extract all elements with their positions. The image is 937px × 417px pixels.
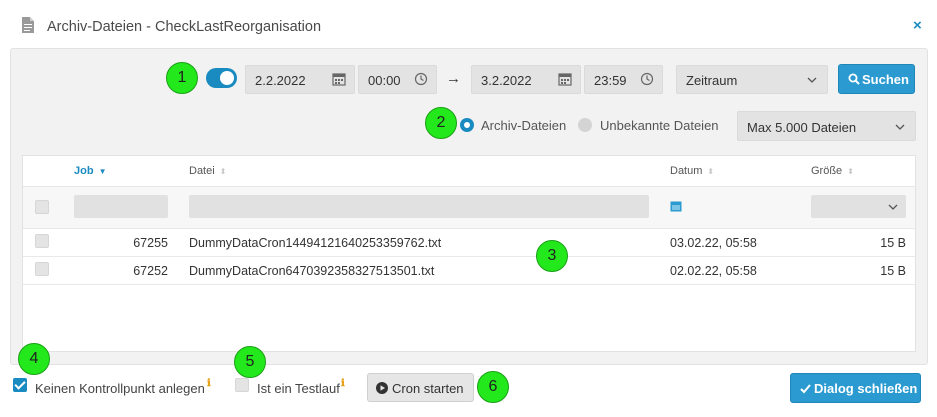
dialog-title-bar: Archiv-Dateien - CheckLastReorganisation… — [0, 0, 937, 50]
file-filter-input[interactable] — [189, 195, 649, 218]
chevron-down-icon — [807, 77, 817, 83]
no-checkpoint-checkbox[interactable] — [13, 378, 27, 392]
column-header-date-label: Datum — [670, 165, 703, 177]
select-all-checkbox[interactable] — [35, 200, 49, 214]
calendar-icon[interactable] — [558, 72, 572, 86]
sort-icon: ⬍ — [707, 166, 715, 176]
from-date-field[interactable]: 2.2.2022 — [245, 65, 355, 94]
calendar-filter-icon[interactable] — [670, 200, 682, 212]
column-header-file-label: Datei — [189, 165, 215, 177]
cron-start-button[interactable]: Cron starten — [367, 373, 474, 402]
max-files-select[interactable]: Max 5.000 Dateien — [737, 111, 916, 141]
period-select-value: Zeitraum — [686, 73, 738, 88]
column-header-date[interactable]: Datum ⬍ — [670, 165, 714, 177]
from-time-value: 00:00 — [368, 73, 401, 88]
table-filter-row — [23, 187, 915, 228]
chevron-down-icon — [895, 124, 905, 130]
to-date-value: 3.2.2022 — [481, 73, 532, 88]
table-row[interactable]: 67252 DummyDataCron6470392358327513501.t… — [23, 257, 915, 284]
column-header-job-label: Job — [74, 165, 94, 177]
annotation-badge: 2 — [425, 107, 457, 139]
row-divider — [23, 284, 915, 285]
clock-icon[interactable] — [640, 72, 654, 86]
cell-size: 15 B — [880, 236, 906, 250]
annotation-badge: 3 — [536, 240, 568, 272]
column-header-size[interactable]: Größe ⬍ — [811, 165, 854, 177]
no-checkpoint-label[interactable]: Keinen Kontrollpunkt anlegen — [35, 381, 205, 396]
search-button[interactable]: Suchen — [838, 64, 915, 94]
cell-file: DummyDataCron6470392358327513501.txt — [189, 264, 435, 278]
cell-job: 67252 — [133, 264, 168, 278]
to-date-field[interactable]: 3.2.2022 — [471, 65, 581, 94]
dialog-title: Archiv-Dateien - CheckLastReorganisation — [47, 19, 322, 35]
calendar-icon[interactable] — [332, 72, 346, 86]
radio-unknown-files-label[interactable]: Unbekannte Dateien — [600, 118, 719, 133]
radio-archive-files[interactable] — [460, 118, 474, 132]
annotation-badge: 1 — [166, 62, 198, 94]
testrun-label[interactable]: Ist ein Testlauf — [257, 381, 340, 396]
radio-unknown-files[interactable] — [578, 118, 592, 132]
size-filter-select[interactable] — [811, 195, 906, 218]
search-button-label: Suchen — [862, 72, 909, 87]
to-time-field[interactable]: 23:59 — [584, 65, 663, 94]
column-header-job[interactable]: Job ▼ — [74, 165, 106, 177]
cell-file: DummyDataCron14494121640253359762.txt — [189, 236, 442, 250]
sort-icon: ⬍ — [847, 166, 854, 176]
clock-icon[interactable] — [414, 72, 428, 86]
row-checkbox[interactable] — [35, 234, 49, 248]
files-table: Job ▼ Datei ⬍ Datum ⬍ Größe ⬍ 67255 DummyDat… — [22, 155, 916, 352]
cell-job: 67255 — [133, 236, 168, 250]
info-icon[interactable]: ℹ — [207, 378, 211, 389]
cell-size: 15 B — [880, 264, 906, 278]
testrun-checkbox[interactable] — [235, 378, 249, 392]
close-dialog-button[interactable]: Dialog schließen — [790, 373, 921, 403]
cron-start-button-label: Cron starten — [392, 381, 464, 396]
info-icon[interactable]: ℹ — [341, 378, 345, 389]
column-header-file[interactable]: Datei ⬍ — [189, 165, 226, 177]
header-divider — [23, 186, 915, 187]
close-icon[interactable]: × — [913, 17, 922, 34]
period-select[interactable]: Zeitraum — [676, 65, 828, 94]
chevron-down-icon — [888, 204, 898, 210]
annotation-badge: 5 — [234, 346, 266, 378]
to-time-value: 23:59 — [594, 73, 627, 88]
range-arrow-icon: → — [446, 70, 461, 87]
date-range-toggle[interactable] — [206, 68, 237, 88]
annotation-badge: 6 — [477, 371, 509, 403]
check-icon — [800, 384, 811, 394]
from-time-field[interactable]: 00:00 — [358, 65, 437, 94]
search-icon — [848, 73, 860, 85]
from-date-value: 2.2.2022 — [255, 73, 306, 88]
cell-date: 03.02.22, 05:58 — [670, 236, 757, 250]
column-header-size-label: Größe — [811, 165, 843, 177]
job-filter-input[interactable] — [74, 195, 168, 218]
document-icon — [22, 17, 34, 33]
table-row[interactable]: 67255 DummyDataCron14494121640253359762.… — [23, 229, 915, 256]
close-dialog-button-label: Dialog schließen — [814, 381, 918, 396]
max-files-select-value: Max 5.000 Dateien — [747, 120, 857, 135]
row-checkbox[interactable] — [35, 262, 49, 276]
sort-desc-icon: ▼ — [98, 166, 107, 176]
play-icon — [376, 382, 388, 394]
cell-date: 02.02.22, 05:58 — [670, 264, 757, 278]
annotation-badge: 4 — [18, 343, 50, 375]
radio-archive-files-label[interactable]: Archiv-Dateien — [481, 118, 566, 133]
sort-icon: ⬍ — [219, 166, 227, 176]
